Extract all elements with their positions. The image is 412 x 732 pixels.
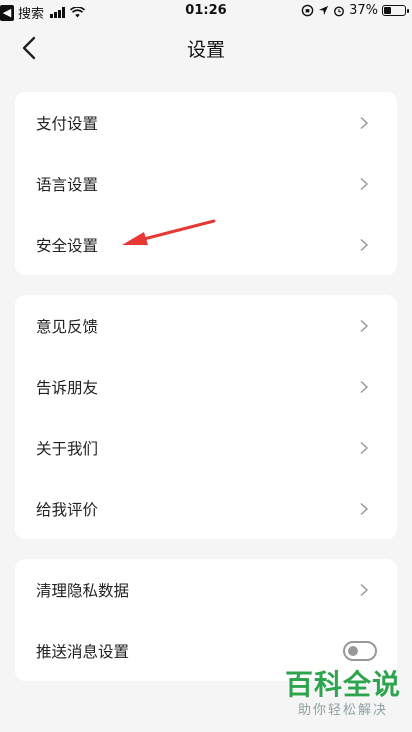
navigation-bar: 设置 [0,24,412,72]
watermark-title: 百科全说 [284,668,401,701]
chevron-right-icon [360,583,369,596]
settings-item-tell-friends[interactable]: 告诉朋友 [15,356,397,417]
settings-item-label: 安全设置 [36,236,99,255]
settings-item-feedback[interactable]: 意见反馈 [15,295,397,356]
watermark-subtitle: 助你轻松解决 [297,703,388,718]
settings-item-label: 支付设置 [36,114,99,133]
settings-group-about: 意见反馈 告诉朋友 关于我们 给我评价 [15,295,397,539]
settings-item-label: 语言设置 [36,175,99,194]
settings-item-about-us[interactable]: 关于我们 [15,417,397,478]
location-icon [319,5,329,16]
settings-item-label: 推送消息设置 [36,642,130,661]
chevron-right-icon [360,502,369,515]
battery-percent: 37% [349,3,378,18]
settings-group-privacy: 清理隐私数据 推送消息设置 [15,559,397,681]
chevron-right-icon [360,177,369,190]
status-bar: ◀ 搜索 01:26 37% [0,0,412,24]
watermark-logo: 百科全说 助你轻松解决 [282,668,404,720]
settings-item-label: 清理隐私数据 [36,581,130,600]
settings-item-label: 告诉朋友 [36,378,99,397]
settings-group-general: 支付设置 语言设置 安全设置 [15,92,397,275]
settings-item-rate-us[interactable]: 给我评价 [15,478,397,539]
settings-item-label: 关于我们 [36,439,99,458]
chevron-right-icon [360,441,369,454]
battery-icon [382,5,409,16]
page-title: 设置 [186,39,225,61]
chevron-right-icon [360,380,369,393]
toggle-knob [348,645,358,656]
settings-item-language[interactable]: 语言设置 [15,153,397,214]
chevron-right-icon [360,319,369,332]
alarm-icon [334,5,345,16]
settings-item-payment[interactable]: 支付设置 [15,92,397,153]
settings-item-security[interactable]: 安全设置 [15,214,397,275]
chevron-right-icon [360,116,369,129]
settings-item-clear-privacy-data[interactable]: 清理隐私数据 [15,559,397,620]
settings-item-label: 意见反馈 [36,317,99,336]
push-notifications-toggle[interactable] [343,640,377,661]
settings-item-label: 给我评价 [36,500,99,519]
chevron-right-icon [360,238,369,251]
orientation-lock-icon [301,4,314,17]
